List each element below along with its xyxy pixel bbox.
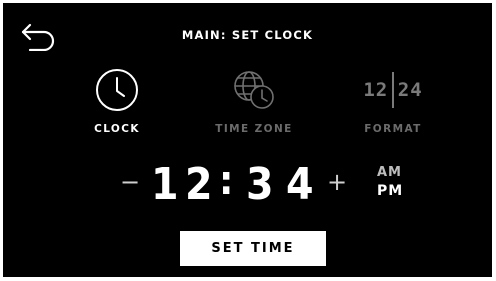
clock-icon: [96, 69, 138, 111]
hour-tens-digit[interactable]: 1: [151, 159, 179, 211]
pm-option[interactable]: PM: [377, 183, 403, 199]
time-separator: :: [219, 158, 234, 204]
tab-clock[interactable]: CLOCK: [62, 65, 172, 135]
format-12-text: 12: [363, 79, 389, 101]
minute-tens-digit[interactable]: 3: [246, 159, 274, 211]
decrement-button[interactable]: −: [120, 168, 140, 196]
set-time-button[interactable]: SET TIME: [180, 231, 326, 266]
tab-format-label: FORMAT: [364, 123, 422, 135]
hour-ones-digit[interactable]: 2: [185, 159, 213, 211]
tab-clock-label: CLOCK: [94, 123, 140, 135]
tab-time-zone-label: TIME ZONE: [215, 123, 293, 135]
format-divider: [392, 72, 394, 108]
control-panel: MAIN: SET CLOCK CLOCK TIME ZONE 12 24 FO…: [3, 3, 492, 277]
minute-ones-digit[interactable]: 4: [286, 159, 314, 211]
tab-time-zone[interactable]: TIME ZONE: [199, 65, 309, 135]
am-option[interactable]: AM: [377, 165, 402, 180]
screen: MAIN: SET CLOCK CLOCK TIME ZONE 12 24 FO…: [0, 0, 496, 281]
format-24-text: 24: [397, 79, 423, 101]
increment-button[interactable]: +: [327, 168, 347, 196]
format-12-24-icon: 12 24: [338, 65, 448, 115]
globe-clock-icon: [234, 71, 274, 109]
page-title: MAIN: SET CLOCK: [181, 28, 314, 42]
tab-format[interactable]: 12 24 FORMAT: [338, 65, 448, 135]
